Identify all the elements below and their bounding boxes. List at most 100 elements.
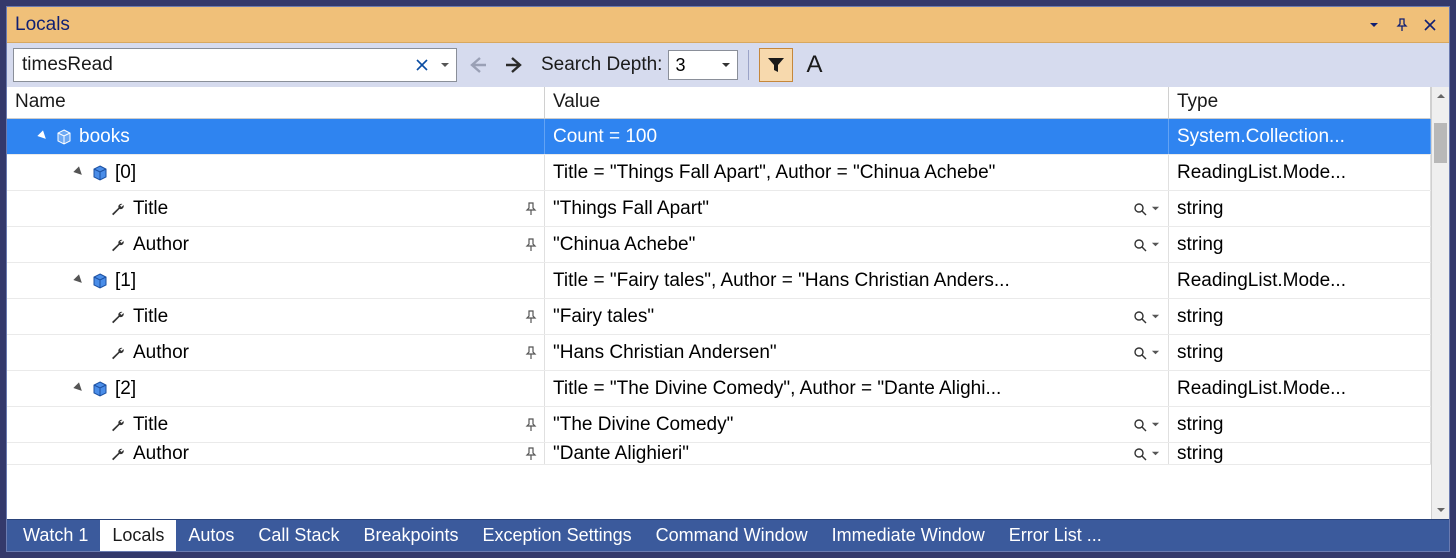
search-dropdown-icon[interactable] xyxy=(440,60,450,70)
funnel-icon xyxy=(766,55,786,75)
filter-button[interactable] xyxy=(759,48,793,82)
search-depth-value: 3 xyxy=(675,55,721,76)
pin-icon[interactable] xyxy=(524,418,544,432)
pin-icon[interactable] xyxy=(524,447,544,461)
object-icon xyxy=(91,164,109,182)
expand-toggle-icon[interactable] xyxy=(73,274,87,288)
tab-breakpoints[interactable]: Breakpoints xyxy=(351,520,470,551)
locals-panel: Locals xyxy=(6,6,1450,552)
variables-grid: Name Value Type booksCount = 100System.C… xyxy=(7,87,1449,519)
pin-icon[interactable] xyxy=(524,346,544,360)
row-name: [2] xyxy=(115,378,136,400)
toolbar: Search Depth: 3 A xyxy=(7,43,1449,87)
grid-row[interactable]: Author"Hans Christian Andersen"string xyxy=(7,335,1431,371)
property-icon xyxy=(109,200,127,218)
property-icon xyxy=(109,308,127,326)
row-name: Author xyxy=(133,443,189,464)
panel-titlebar: Locals xyxy=(7,7,1449,43)
grid-row[interactable]: Title "The Divine Comedy" string xyxy=(7,407,1431,443)
nav-forward-icon[interactable] xyxy=(499,50,529,80)
scroll-down-icon[interactable] xyxy=(1432,501,1449,519)
col-name[interactable]: Name xyxy=(7,87,545,118)
row-type: ReadingList.Mode... xyxy=(1177,270,1346,292)
window-menu-icon[interactable] xyxy=(1363,14,1385,36)
grid-row[interactable]: Title "Things Fall Apart" string xyxy=(7,191,1431,227)
visualizer-icon[interactable] xyxy=(1133,310,1160,324)
row-value: "Dante Alighieri" xyxy=(553,443,1133,464)
pin-window-icon[interactable] xyxy=(1391,14,1413,36)
vertical-scrollbar[interactable] xyxy=(1431,87,1449,519)
row-name: Title xyxy=(133,306,168,328)
grid-row[interactable]: [0] Title = "Things Fall Apart", Author =… xyxy=(7,155,1431,191)
row-name: Author xyxy=(133,342,189,364)
grid-header: Name Value Type xyxy=(7,87,1431,119)
pin-icon[interactable] xyxy=(524,310,544,324)
search-depth-label: Search Depth: xyxy=(535,54,662,76)
col-value[interactable]: Value xyxy=(545,87,1169,118)
row-type: ReadingList.Mode... xyxy=(1177,162,1346,184)
property-icon xyxy=(109,416,127,434)
row-value: "Fairy tales" xyxy=(553,306,1133,328)
row-type: string xyxy=(1177,198,1223,220)
row-value: Title = "Fairy tales", Author = "Hans Ch… xyxy=(553,270,1160,292)
search-depth-select[interactable]: 3 xyxy=(668,50,738,80)
expand-toggle-icon[interactable] xyxy=(73,382,87,396)
letter-a-button[interactable]: A xyxy=(799,50,829,80)
row-value: "The Divine Comedy" xyxy=(553,414,1133,436)
grid-row[interactable]: [1] Title = "Fairy tales", Author = "Hans… xyxy=(7,263,1431,299)
row-type: string xyxy=(1177,234,1223,256)
object-icon xyxy=(55,128,73,146)
row-name: Title xyxy=(133,414,168,436)
tab-error-list-[interactable]: Error List ... xyxy=(997,520,1114,551)
grid-row[interactable]: Author"Dante Alighieri"string xyxy=(7,443,1431,465)
row-value: Title = "The Divine Comedy", Author = "D… xyxy=(553,378,1160,400)
clear-search-icon[interactable] xyxy=(416,59,428,71)
grid-row[interactable]: Title"Fairy tales"string xyxy=(7,299,1431,335)
object-icon xyxy=(91,380,109,398)
toolbar-separator xyxy=(748,50,749,80)
property-icon xyxy=(109,445,127,463)
search-input[interactable] xyxy=(14,49,456,81)
expand-toggle-icon[interactable] xyxy=(37,130,51,144)
row-value: "Chinua Achebe" xyxy=(553,234,1133,256)
scroll-thumb[interactable] xyxy=(1434,123,1447,163)
object-icon xyxy=(91,272,109,290)
row-name: Title xyxy=(133,198,168,220)
tab-autos[interactable]: Autos xyxy=(176,520,246,551)
bottom-tabs: Watch 1LocalsAutosCall StackBreakpointsE… xyxy=(7,519,1449,551)
grid-row[interactable]: booksCount = 100System.Collection... xyxy=(7,119,1431,155)
row-name: Author xyxy=(133,234,189,256)
row-type: ReadingList.Mode... xyxy=(1177,378,1346,400)
visualizer-icon[interactable] xyxy=(1133,346,1160,360)
row-name: [0] xyxy=(115,162,136,184)
property-icon xyxy=(109,236,127,254)
visualizer-icon[interactable] xyxy=(1133,238,1160,252)
close-icon[interactable] xyxy=(1419,14,1441,36)
tab-exception-settings[interactable]: Exception Settings xyxy=(471,520,644,551)
scroll-up-icon[interactable] xyxy=(1432,87,1449,105)
search-box[interactable] xyxy=(13,48,457,82)
row-value: "Hans Christian Andersen" xyxy=(553,342,1133,364)
tab-watch-1[interactable]: Watch 1 xyxy=(11,520,100,551)
row-name: [1] xyxy=(115,270,136,292)
tab-call-stack[interactable]: Call Stack xyxy=(246,520,351,551)
row-value: Title = "Things Fall Apart", Author = "C… xyxy=(553,162,1160,184)
row-value: "Things Fall Apart" xyxy=(553,198,1133,220)
row-type: System.Collection... xyxy=(1177,126,1345,148)
visualizer-icon[interactable] xyxy=(1133,418,1160,432)
pin-icon[interactable] xyxy=(524,238,544,252)
row-type: string xyxy=(1177,414,1223,436)
row-name: books xyxy=(79,126,130,148)
pin-icon[interactable] xyxy=(524,202,544,216)
nav-back-icon[interactable] xyxy=(463,50,493,80)
tab-command-window[interactable]: Command Window xyxy=(644,520,820,551)
visualizer-icon[interactable] xyxy=(1133,202,1160,216)
col-type[interactable]: Type xyxy=(1169,87,1431,118)
grid-row[interactable]: [2] Title = "The Divine Comedy", Author =… xyxy=(7,371,1431,407)
visualizer-icon[interactable] xyxy=(1133,447,1160,461)
property-icon xyxy=(109,344,127,362)
tab-immediate-window[interactable]: Immediate Window xyxy=(820,520,997,551)
expand-toggle-icon[interactable] xyxy=(73,166,87,180)
tab-locals[interactable]: Locals xyxy=(100,520,176,551)
grid-row[interactable]: Author "Chinua Achebe" string xyxy=(7,227,1431,263)
